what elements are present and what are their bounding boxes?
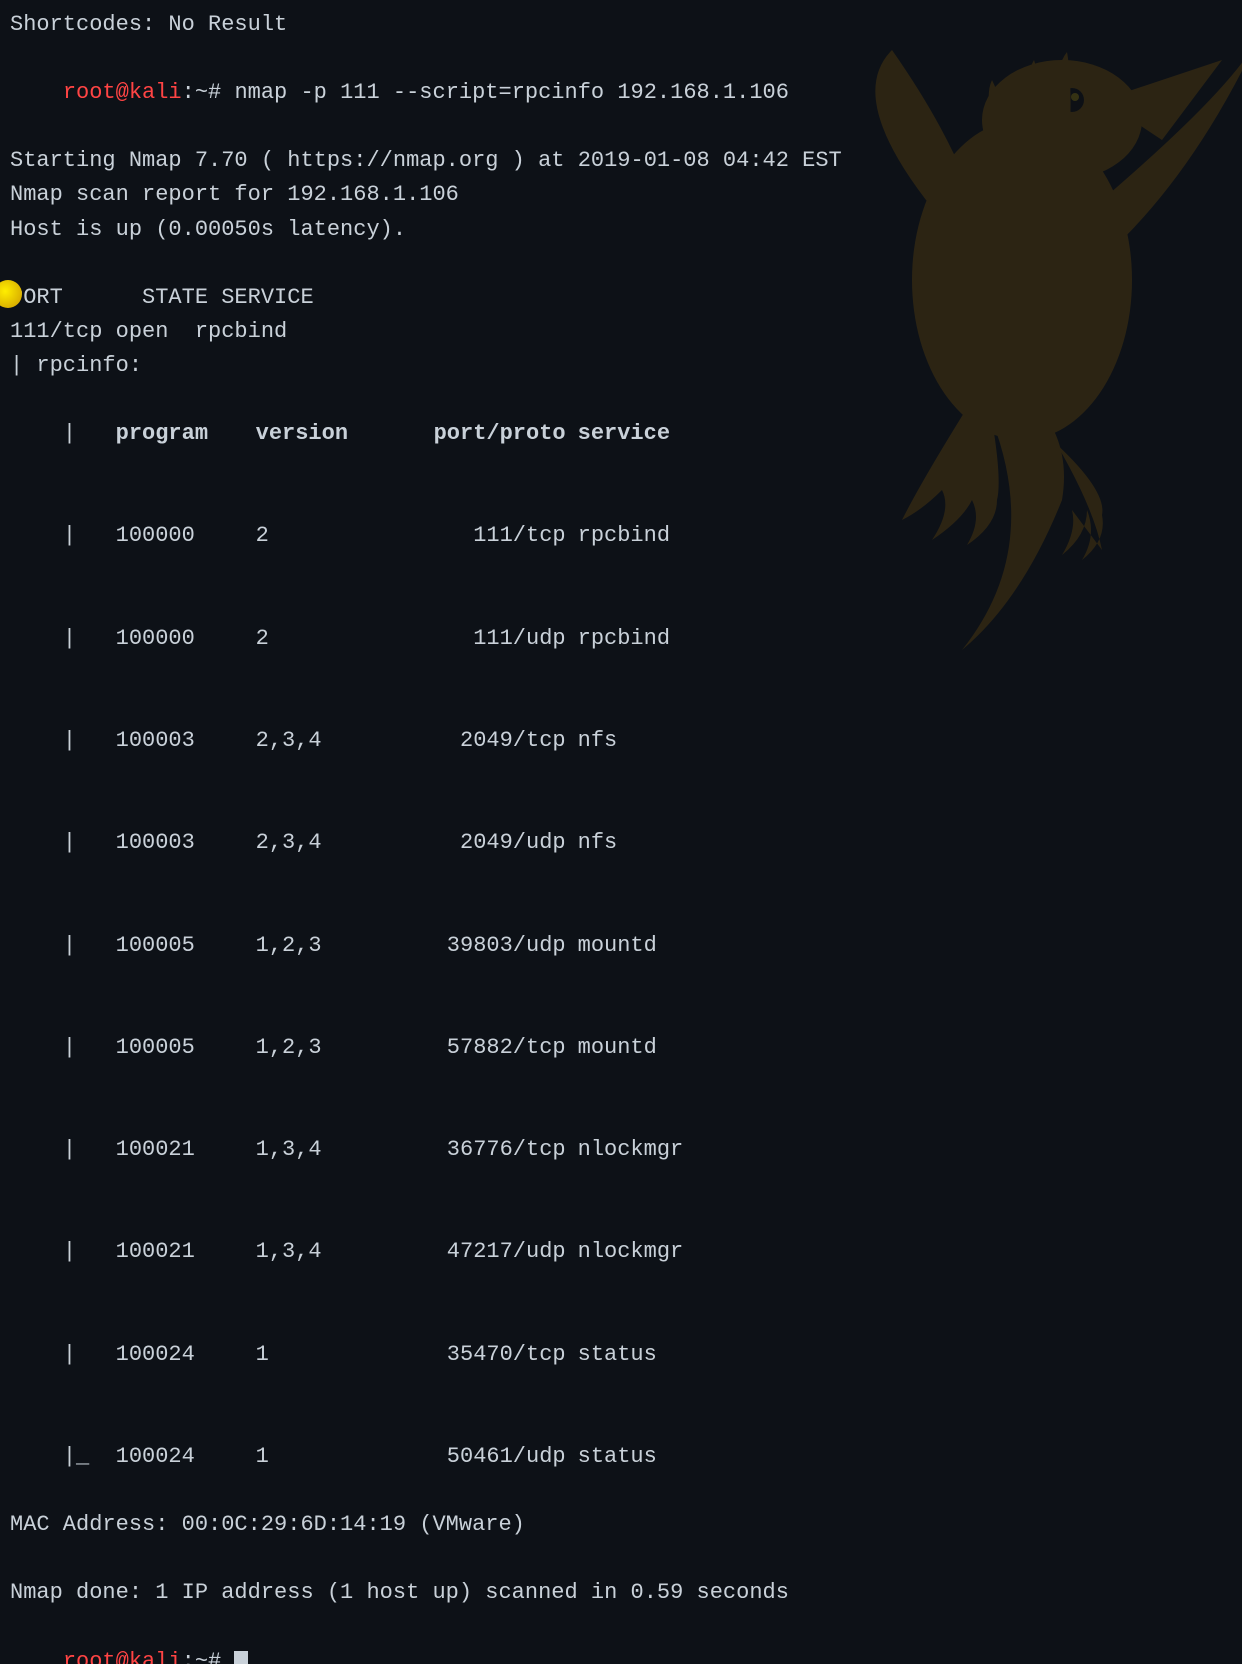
mac-address-line: MAC Address: 00:0C:29:6D:14:19 (VMware)	[10, 1508, 1232, 1542]
port-line: 111/tcp open rpcbind	[10, 315, 1232, 349]
terminal-window: Shortcodes: No Result root@kali:~# nmap …	[0, 0, 1242, 1664]
blank-line-2	[10, 1542, 1232, 1576]
prompt-path: :~#	[182, 80, 235, 105]
final-prompt-line[interactable]: root@kali:~#	[10, 1610, 1232, 1664]
command-text: nmap -p 111 --script=rpcinfo 192.168.1.1…	[234, 80, 789, 105]
table-row: | 1000211,3,447217/udpnlockmgr	[10, 1201, 1232, 1303]
nmap-done-line: Nmap done: 1 IP address (1 host up) scan…	[10, 1576, 1232, 1610]
host-up-line: Host is up (0.00050s latency).	[10, 213, 1232, 247]
shortcodes-line: Shortcodes: No Result	[10, 8, 1232, 42]
table-row: | 1000051,2,339803/udpmountd	[10, 894, 1232, 996]
starting-nmap-line: Starting Nmap 7.70 ( https://nmap.org ) …	[10, 144, 1232, 178]
table-row: | 1000211,3,436776/tcpnlockmgr	[10, 1099, 1232, 1201]
table-row: | 1000032,3,42049/tcpnfs	[10, 690, 1232, 792]
final-prompt-user: root@kali	[63, 1649, 182, 1664]
blank-line-1	[10, 247, 1232, 281]
table-row: | 1000032,3,42049/udpnfs	[10, 792, 1232, 894]
terminal-cursor	[234, 1651, 248, 1664]
table-row: | 1000002111/udprpcbind	[10, 588, 1232, 690]
table-row: | 100024135470/tcpstatus	[10, 1304, 1232, 1406]
table-row: | 1000051,2,357882/tcpmountd	[10, 997, 1232, 1099]
nmap-report-line: Nmap scan report for 192.168.1.106	[10, 178, 1232, 212]
final-prompt-path: :~#	[182, 1649, 235, 1664]
rpcinfo-label-line: | rpcinfo:	[10, 349, 1232, 383]
table-row: | 1000002111/tcprpcbind	[10, 485, 1232, 587]
table-row: |_ 100024150461/udpstatus	[10, 1406, 1232, 1508]
table-header-line: PORT STATE SERVICE	[10, 281, 1232, 315]
command-line: root@kali:~# nmap -p 111 --script=rpcinf…	[10, 42, 1232, 144]
prompt-user: root@kali	[63, 80, 182, 105]
col-headers-line: | programversionport/protoservice	[10, 383, 1232, 485]
